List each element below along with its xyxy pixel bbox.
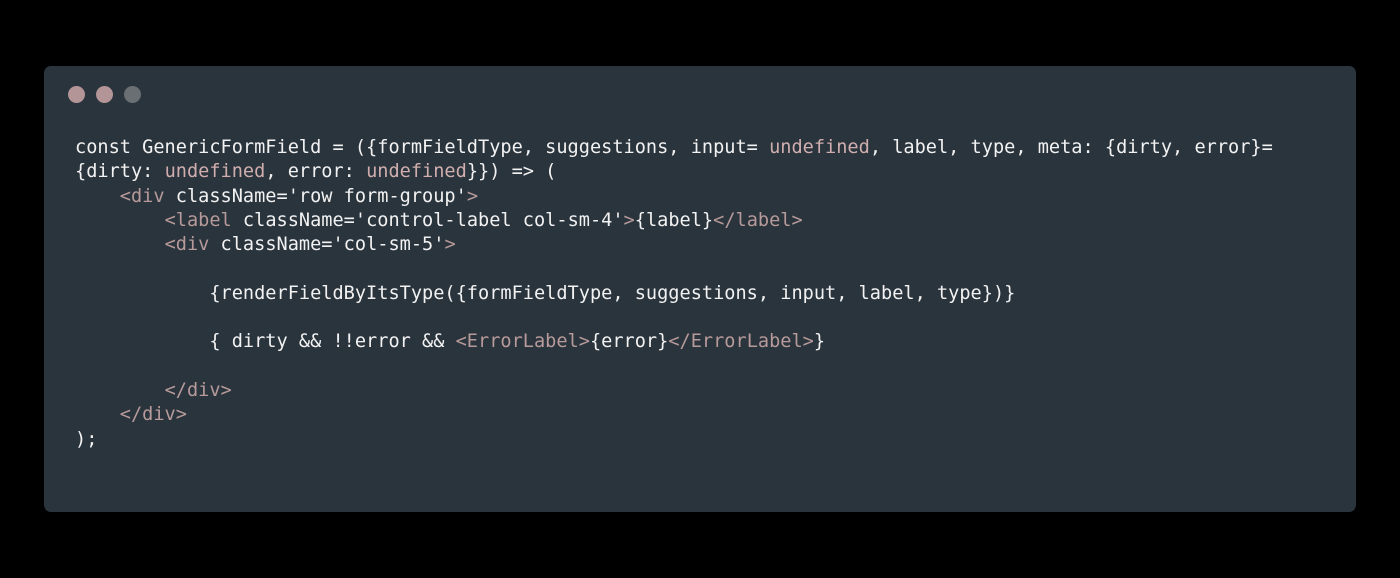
code-token: undefined — [769, 137, 870, 158]
code-token: , label, type, meta: {dirty, error}= — [869, 137, 1273, 158]
code-token: className='row form-group' — [164, 185, 467, 207]
code-token: </div> — [164, 379, 232, 401]
code-line: </div> — [75, 379, 1273, 403]
code-line: {renderFieldByItsType({formFieldType, su… — [75, 282, 1273, 306]
code-token: {error} — [589, 331, 669, 353]
code-line: { dirty && !!error && <ErrorLabel>{error… — [75, 330, 1273, 354]
code-token: undefined — [366, 161, 467, 183]
code-line: const GenericFormField = ({formFieldType… — [75, 136, 1273, 160]
zoom-dot-icon[interactable] — [124, 86, 141, 103]
code-token: } — [813, 331, 826, 353]
close-dot-icon[interactable] — [68, 86, 85, 103]
window-controls — [68, 86, 141, 103]
code-token: > — [623, 209, 635, 231]
code-line: {dirty: undefined, error: undefined}}) =… — [75, 160, 1273, 184]
code-token: {renderFieldByItsType({formFieldType, su… — [75, 282, 1016, 304]
minimize-dot-icon[interactable] — [96, 86, 113, 103]
code-token: undefined — [164, 161, 266, 183]
code-token: <div — [164, 234, 210, 256]
code-token: {dirty: — [75, 161, 165, 183]
code-token: > — [466, 185, 479, 207]
code-line: <div className='row form-group'> — [75, 185, 1273, 209]
code-line: ); — [75, 428, 1273, 452]
code-token: </div> — [119, 404, 187, 426]
code-token: </ErrorLabel> — [668, 331, 814, 353]
code-token: }}) => ( — [466, 161, 557, 183]
code-token: { dirty && !!error && — [75, 331, 456, 353]
code-token: ); — [75, 428, 98, 450]
code-token: > — [444, 234, 456, 256]
code-token: className='control-label col-sm-4' — [231, 209, 624, 231]
code-line: <label className='control-label col-sm-4… — [75, 209, 1273, 233]
code-token: </label> — [713, 209, 803, 231]
code-block: const GenericFormField = ({formFieldType… — [75, 136, 1273, 452]
code-token: {label} — [634, 209, 714, 231]
code-token: <div — [119, 185, 165, 207]
code-token: className='col-sm-5' — [209, 234, 445, 256]
code-window: const GenericFormField = ({formFieldType… — [44, 66, 1356, 512]
code-token: const GenericFormField = ({formFieldType… — [75, 137, 770, 158]
code-line: </div> — [75, 403, 1273, 427]
code-token: <ErrorLabel> — [455, 331, 590, 353]
code-line: <div className='col-sm-5'> — [75, 233, 1273, 257]
code-token: , error: — [265, 161, 367, 183]
code-token: <label — [164, 209, 232, 231]
